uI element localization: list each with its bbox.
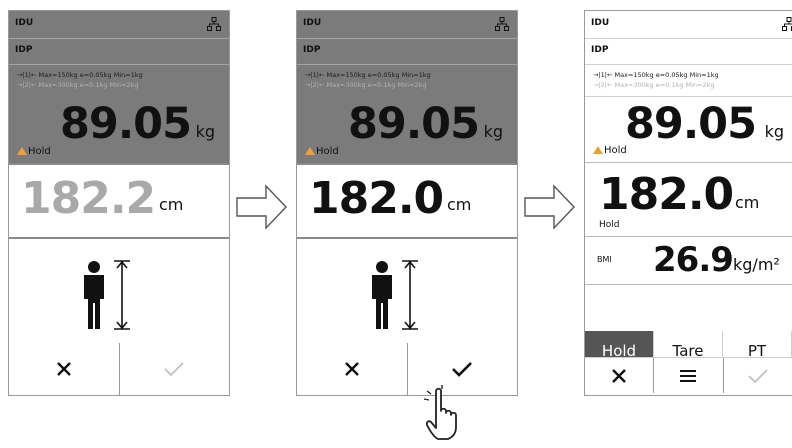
hold-label: Hold — [28, 146, 51, 157]
hold-indicator: Hold — [305, 146, 339, 157]
warning-icon — [17, 147, 27, 155]
warning-icon — [593, 146, 603, 154]
check-icon — [452, 362, 473, 377]
menu-icon — [680, 369, 697, 382]
height-measure-area — [297, 239, 517, 349]
idu-bar: IDU — [585, 11, 792, 39]
weight-unit: kg — [195, 122, 215, 141]
confirm-button[interactable] — [120, 343, 230, 395]
bmi-label: BMI — [597, 255, 612, 264]
hold-label: Hold — [604, 145, 627, 156]
close-icon — [612, 368, 627, 383]
height-value: 182.0 — [599, 169, 734, 220]
range-info: →|1|← Max=150kg e=0.05kg Min=1kg →|2|← M… — [9, 65, 229, 97]
idp-bar: IDP — [9, 39, 229, 65]
range-2: →|2|← Max=300kg e=0.1kg Min=2kg — [305, 81, 427, 89]
range-2: →|2|← Max=300kg e=0.1kg Min=2kg — [17, 81, 139, 89]
weight-value: 89.05 — [624, 99, 757, 149]
menu-button[interactable] — [654, 358, 724, 393]
close-icon — [56, 362, 71, 376]
idp-label: IDP — [303, 45, 321, 55]
height-display: 182.0 cm — [297, 163, 517, 239]
weight-display: 89.05 kg Hold — [585, 97, 792, 163]
screen-height-set: IDU IDP →|1|← Max=150kg e=0.05kg Min=1kg… — [296, 10, 518, 396]
range-info: →|1|← Max=150kg e=0.05kg Min=1kg →|2|← M… — [585, 65, 792, 97]
close-icon — [344, 362, 359, 376]
network-icon — [782, 17, 792, 31]
cancel-button[interactable] — [585, 358, 655, 393]
check-icon — [748, 368, 768, 383]
height-measure-area — [9, 239, 229, 349]
height-display: 182.0 cm Hold — [585, 163, 792, 237]
weight-value: 89.05 — [347, 99, 480, 149]
range-1: →|1|← Max=150kg e=0.05kg Min=1kg — [17, 71, 143, 79]
check-icon — [164, 362, 184, 377]
action-bar — [9, 343, 229, 395]
hold-label: Hold — [316, 146, 339, 157]
idu-label: IDU — [303, 18, 322, 28]
height-unit: cm — [159, 195, 184, 214]
person-height-icon — [372, 260, 418, 330]
screen-bmi-result: IDU IDP →|1|← Max=150kg e=0.05kg Min=1kg… — [584, 10, 792, 396]
range-1: →|1|← Max=150kg e=0.05kg Min=1kg — [593, 71, 719, 79]
idu-label: IDU — [15, 18, 34, 28]
network-icon — [495, 17, 509, 31]
idp-bar: IDP — [297, 39, 517, 65]
action-bar — [585, 357, 792, 393]
height-value: 182.0 — [309, 173, 444, 224]
bmi-value: 26.9 — [653, 240, 734, 280]
idu-bar: IDU — [9, 11, 229, 39]
height-value: 182.2 — [21, 173, 156, 224]
range-2: →|2|← Max=300kg e=0.1kg Min=2kg — [593, 81, 715, 89]
cancel-button[interactable] — [297, 343, 408, 395]
range-info: →|1|← Max=150kg e=0.05kg Min=1kg →|2|← M… — [297, 65, 517, 97]
idp-label: IDP — [15, 45, 33, 55]
hand-pointer-icon — [423, 385, 457, 440]
action-bar — [297, 343, 517, 395]
idp-bar: IDP — [585, 39, 792, 65]
height-hold-label: Hold — [599, 220, 620, 230]
height-display: 182.2 cm — [9, 163, 229, 239]
weight-unit: kg — [483, 122, 503, 141]
arrow-right-icon — [524, 184, 575, 230]
bmi-unit: kg/m² — [733, 255, 780, 274]
weight-value: 89.05 — [59, 99, 192, 149]
height-unit: cm — [447, 195, 472, 214]
bmi-display: BMI 26.9 kg/m² — [585, 237, 792, 285]
hold-indicator: Hold — [17, 146, 51, 157]
idu-label: IDU — [591, 18, 610, 28]
arrow-right-icon — [236, 184, 287, 230]
warning-icon — [305, 147, 315, 155]
weight-unit: kg — [764, 122, 784, 141]
idp-label: IDP — [591, 45, 609, 55]
network-icon — [207, 17, 221, 31]
weight-display: 89.05 kg Hold — [9, 97, 229, 163]
confirm-button[interactable] — [724, 358, 792, 393]
cancel-button[interactable] — [9, 343, 120, 395]
height-unit: cm — [735, 193, 760, 212]
person-height-icon — [84, 260, 130, 330]
screen-measuring: IDU IDP →|1|← Max=150kg e=0.05kg Min=1kg… — [8, 10, 230, 396]
weight-display: 89.05 kg Hold — [297, 97, 517, 163]
range-1: →|1|← Max=150kg e=0.05kg Min=1kg — [305, 71, 431, 79]
hold-indicator: Hold — [593, 145, 627, 156]
idu-bar: IDU — [297, 11, 517, 39]
